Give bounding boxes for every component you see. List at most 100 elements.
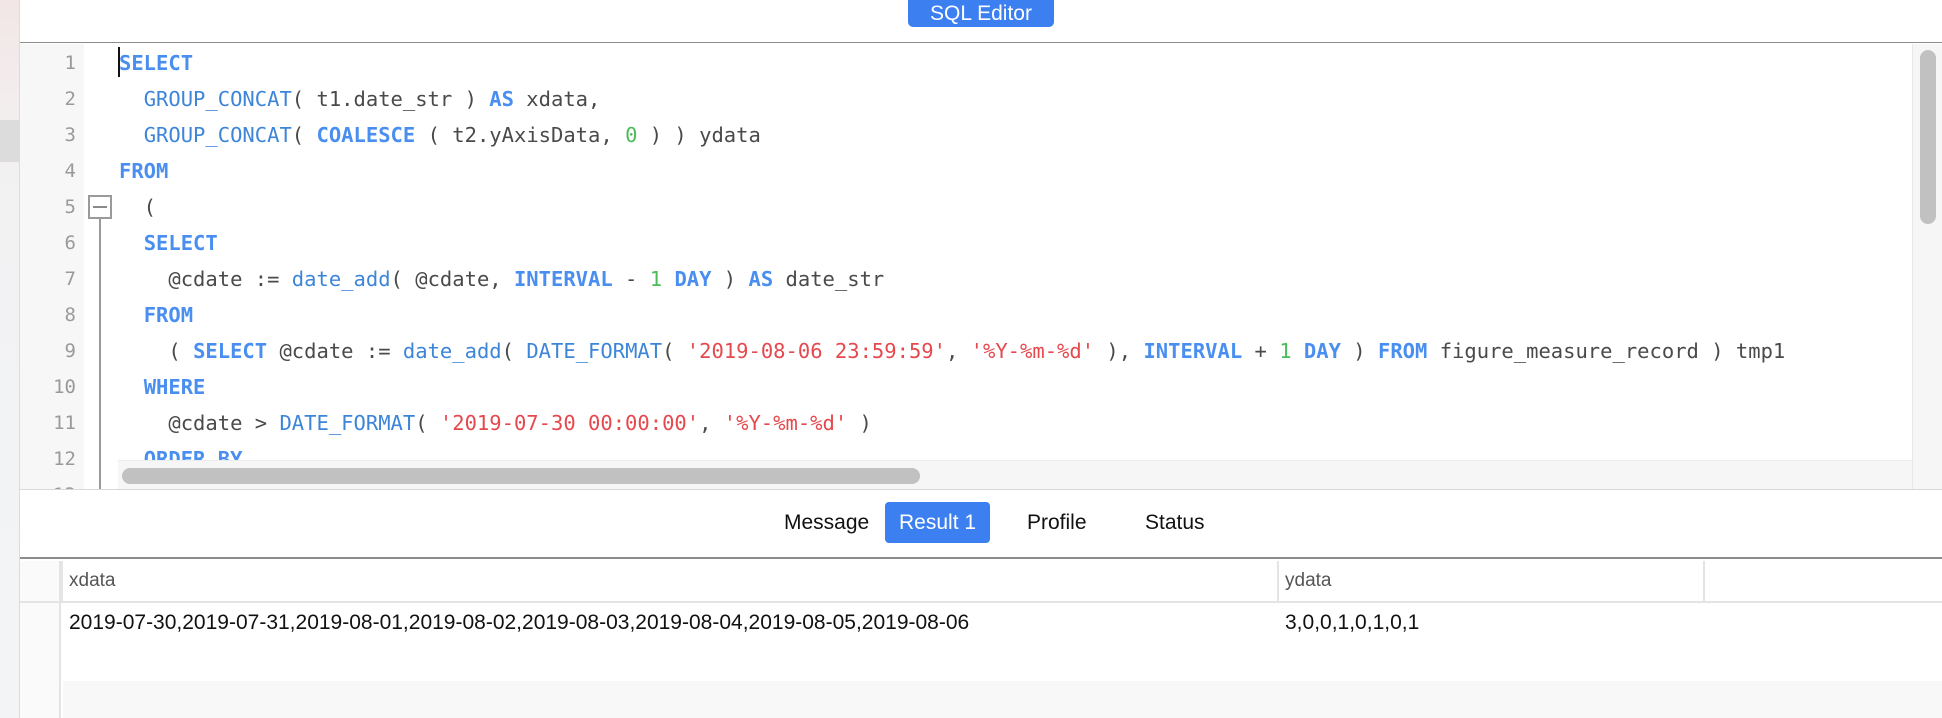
number-token: 1 — [1279, 339, 1292, 363]
sidebar-selected-item[interactable] — [0, 120, 19, 162]
text-token: , — [945, 339, 971, 363]
line-number: 10 — [53, 376, 76, 398]
code-line[interactable]: GROUP_CONCAT( t1.date_str ) AS xdata, — [119, 81, 601, 117]
string-token: '%Y-%m-%d' — [970, 339, 1095, 363]
keyword-token: INTERVAL — [513, 267, 613, 291]
column-header-empty — [1703, 561, 1942, 601]
function-token: DATE_FORMAT — [279, 411, 416, 435]
keyword-token: DAY — [1303, 339, 1341, 363]
code-line[interactable]: FROM — [119, 153, 168, 189]
code-line[interactable]: ( — [119, 189, 156, 225]
keyword-token: FROM — [1377, 339, 1428, 363]
tab-result-1[interactable]: Result 1 — [885, 502, 991, 543]
text-token: ) ) ydata — [637, 123, 761, 147]
code-line[interactable]: SELECT — [119, 45, 193, 81]
text-token: ( — [119, 195, 157, 219]
line-number: 9 — [64, 340, 76, 362]
line-number: 3 — [64, 124, 76, 146]
text-token: + — [1242, 339, 1280, 363]
line-number: 12 — [53, 448, 76, 470]
text-token: ), — [1094, 339, 1144, 363]
horizontal-scrollbar-thumb[interactable] — [122, 468, 920, 484]
text-token: - — [612, 267, 650, 291]
keyword-token: FROM — [143, 303, 194, 327]
column-header-xdata[interactable]: xdata — [61, 561, 1301, 601]
text-token: figure_measure_record ) tmp1 — [1427, 339, 1786, 363]
tab-status[interactable]: Status — [1131, 502, 1219, 543]
sql-editor[interactable]: 12345678910111213 SELECT GROUP_CONCAT( t… — [20, 44, 1942, 490]
code-line[interactable]: ( SELECT @cdate := date_add( DATE_FORMAT… — [119, 333, 1785, 369]
code-line[interactable]: GROUP_CONCAT( COALESCE ( t2.yAxisData, 0… — [119, 117, 761, 153]
keyword-token: SELECT — [119, 51, 194, 75]
line-number: 13 — [26, 477, 76, 489]
line-number: 8 — [64, 304, 76, 326]
code-line[interactable]: @cdate := date_add( @cdate, INTERVAL - 1… — [119, 261, 884, 297]
vertical-scrollbar-thumb[interactable] — [1920, 50, 1936, 224]
keyword-token: AS — [489, 87, 514, 111]
text-token: ( — [415, 411, 440, 435]
text-token: ( — [291, 123, 317, 147]
keyword-token: SELECT — [193, 339, 268, 363]
text-token: ( t1.date_str ) — [291, 87, 490, 111]
line-number: 7 — [64, 268, 76, 290]
cell-xdata[interactable]: 2019-07-30,2019-07-31,2019-08-01,2019-08… — [63, 605, 969, 641]
keyword-token: SELECT — [143, 231, 218, 255]
table-row-empty — [63, 681, 1942, 718]
code-line[interactable]: @cdate > DATE_FORMAT( '2019-07-30 00:00:… — [119, 405, 872, 441]
cell-ydata[interactable]: 3,0,0,1,0,1,0,1 — [1279, 605, 1419, 641]
code-line[interactable]: FROM — [119, 297, 193, 333]
left-sidebar-strip — [0, 0, 20, 718]
string-token: '%Y-%m-%d' — [723, 411, 848, 435]
tab-message[interactable]: Message — [770, 502, 883, 543]
line-number-gutter: 12345678910111213 — [20, 44, 84, 489]
text-token: ( — [501, 339, 527, 363]
line-number: 1 — [64, 52, 76, 74]
text-token: ( — [119, 339, 194, 363]
function-token: GROUP_CONCAT — [143, 123, 292, 147]
number-token: 1 — [649, 267, 663, 291]
keyword-token: DAY — [674, 267, 712, 291]
result-grid: xdata ydata 2019-07-30,2019-07-31,2019-0… — [20, 561, 1942, 718]
result-tabs: Message Result 1 Profile Status — [20, 490, 1942, 559]
keyword-token: FROM — [119, 159, 169, 183]
text-token: date_str — [773, 267, 885, 291]
line-number: 5 — [64, 196, 76, 218]
function-token: DATE_FORMAT — [526, 339, 663, 363]
horizontal-scrollbar[interactable] — [118, 460, 1912, 489]
code-line[interactable]: SELECT — [119, 225, 218, 261]
keyword-token: AS — [748, 267, 774, 291]
text-caret — [118, 47, 120, 77]
grid-header: xdata ydata — [20, 561, 1942, 603]
line-number: 11 — [53, 412, 76, 434]
function-token: date_add — [402, 339, 502, 363]
keyword-token: WHERE — [143, 375, 206, 399]
text-token: @cdate > — [119, 411, 280, 435]
string-token: '2019-07-30 00:00:00' — [439, 411, 700, 435]
text-token: @cdate := — [119, 267, 292, 291]
function-token: date_add — [291, 267, 391, 291]
column-header-ydata[interactable]: ydata — [1277, 561, 1703, 601]
function-token: GROUP_CONCAT — [143, 87, 292, 111]
string-token: '2019-08-06 23:59:59' — [686, 339, 946, 363]
keyword-token: COALESCE — [316, 123, 416, 147]
keyword-token: INTERVAL — [1143, 339, 1243, 363]
text-token: ) — [711, 267, 749, 291]
fold-toggle-icon[interactable] — [88, 195, 112, 219]
table-row[interactable]: 2019-07-30,2019-07-31,2019-08-01,2019-08… — [63, 605, 1942, 681]
text-token: ( — [662, 339, 687, 363]
sql-editor-tab[interactable]: SQL Editor — [908, 0, 1054, 27]
text-token: @cdate := — [267, 339, 403, 363]
text-token: ) — [847, 411, 872, 435]
code-line[interactable]: WHERE — [119, 369, 206, 405]
vertical-scrollbar[interactable] — [1912, 44, 1942, 489]
text-token: ) — [1340, 339, 1378, 363]
text-token: ( @cdate, — [390, 267, 514, 291]
tab-profile[interactable]: Profile — [1013, 502, 1101, 543]
